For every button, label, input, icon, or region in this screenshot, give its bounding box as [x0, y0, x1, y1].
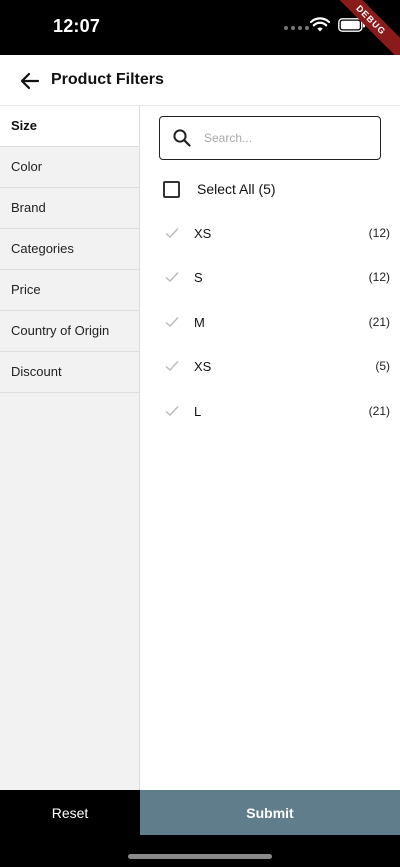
- filter-options-panel: Select All (5) XS (12) S (12) M (21) XS …: [141, 106, 400, 790]
- sidebar-item-categories[interactable]: Categories: [0, 229, 139, 270]
- home-indicator-area: [0, 835, 400, 867]
- size-option[interactable]: L (21): [141, 390, 400, 434]
- size-option[interactable]: XS (5): [141, 345, 400, 389]
- checkbox-icon: [163, 180, 180, 198]
- reset-button[interactable]: Reset: [0, 790, 140, 835]
- sidebar-item-brand[interactable]: Brand: [0, 188, 139, 229]
- option-label: M: [194, 315, 205, 330]
- back-arrow-icon[interactable]: [18, 69, 42, 93]
- option-count: (21): [368, 315, 390, 329]
- status-time: 12:07: [53, 16, 101, 36]
- search-box: [159, 116, 381, 160]
- footer-actions: Reset Submit: [0, 790, 400, 835]
- submit-button[interactable]: Submit: [140, 790, 400, 835]
- home-indicator[interactable]: [128, 854, 272, 859]
- option-count: (12): [368, 270, 390, 284]
- status-bar: 12:07 DEBUG: [0, 0, 400, 65]
- filter-category-sidebar: Size Color Brand Categories Price Countr…: [0, 106, 140, 790]
- option-label: S: [194, 270, 203, 285]
- option-count: (5): [375, 359, 390, 373]
- select-all-checkbox[interactable]: Select All (5): [163, 179, 276, 199]
- size-option[interactable]: S (12): [141, 256, 400, 300]
- signal-dots-icon: [284, 26, 309, 30]
- check-icon: [165, 272, 179, 282]
- page-title: Product Filters: [51, 71, 164, 88]
- option-label: L: [194, 404, 202, 419]
- option-label: XS: [194, 226, 212, 241]
- check-icon: [165, 406, 179, 416]
- wifi-icon: [310, 17, 330, 32]
- option-label: XS: [194, 359, 212, 374]
- select-all-label: Select All (5): [197, 181, 276, 197]
- check-icon: [165, 317, 179, 327]
- check-icon: [165, 228, 179, 238]
- size-option[interactable]: M (21): [141, 301, 400, 345]
- size-option[interactable]: XS (12): [141, 212, 400, 256]
- sidebar-item-size[interactable]: Size: [0, 106, 139, 147]
- app-bar: Product Filters: [0, 55, 400, 106]
- option-count: (12): [368, 226, 390, 240]
- search-input[interactable]: [204, 127, 374, 149]
- filters-body: Size Color Brand Categories Price Countr…: [0, 106, 400, 790]
- sidebar-item-price[interactable]: Price: [0, 270, 139, 311]
- option-count: (21): [368, 404, 390, 418]
- sidebar-item-country-of-origin[interactable]: Country of Origin: [0, 311, 139, 352]
- check-icon: [165, 361, 179, 371]
- sidebar-item-color[interactable]: Color: [0, 147, 139, 188]
- sidebar-item-discount[interactable]: Discount: [0, 352, 139, 393]
- search-icon: [173, 129, 191, 147]
